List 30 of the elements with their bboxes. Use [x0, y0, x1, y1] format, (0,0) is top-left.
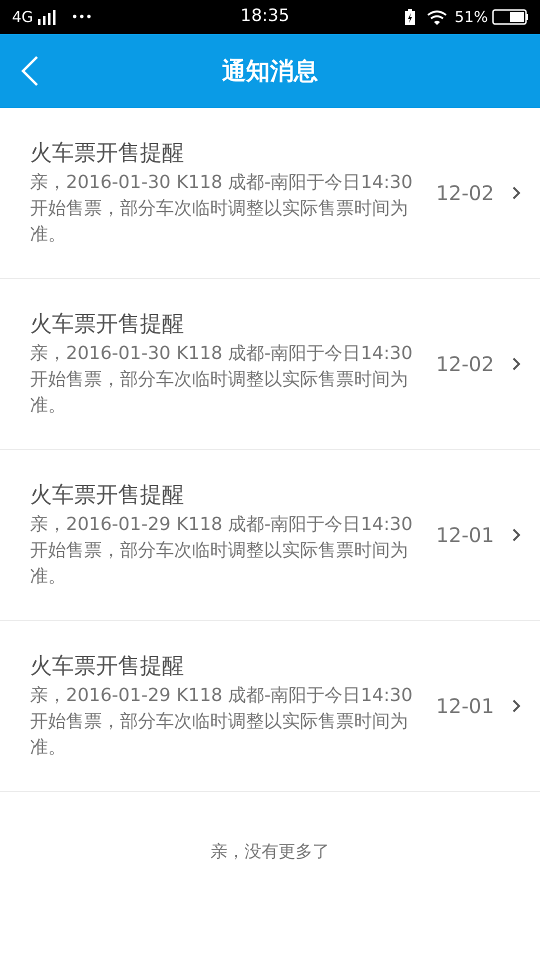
notice-item[interactable]: 火车票开售提醒 亲，2016-01-29 K118 成都-南阳于今日14:30开始售票，部分车次临时调整以实际售票时间为准。 12-01 [0, 450, 540, 621]
page-title: 通知消息 [222, 56, 318, 87]
notice-date: 12-01 [436, 522, 494, 549]
chevron-right-icon [512, 186, 522, 200]
no-more-message: 亲，没有更多了 [210, 841, 330, 864]
chevron-right-icon [512, 528, 522, 542]
notice-title: 火车票开售提醒 [30, 653, 185, 681]
network-label: 4G [12, 6, 34, 28]
notice-body: 亲，2016-01-30 K118 成都-南阳于今日14:30开始售票，部分车次临时调整以实际售票时间为准。 [30, 342, 414, 418]
notice-date: 12-02 [436, 351, 494, 378]
wifi-icon [426, 10, 447, 24]
notice-item[interactable]: 火车票开售提醒 亲，2016-01-29 K118 成都-南阳于今日14:30开始售票，部分车次临时调整以实际售票时间为准。 12-01 [0, 621, 540, 792]
notice-title: 火车票开售提醒 [30, 482, 185, 510]
notice-date: 12-02 [436, 180, 494, 207]
clock-time: 18:35 [240, 5, 290, 28]
chevron-right-icon [512, 699, 522, 713]
notice-title: 火车票开售提醒 [30, 311, 185, 339]
notice-item[interactable]: 火车票开售提醒 亲，2016-01-30 K118 成都-南阳于今日14:30开始售票，部分车次临时调整以实际售票时间为准。 12-02 [0, 108, 540, 279]
back-icon [20, 55, 40, 87]
notice-body: 亲，2016-01-29 K118 成都-南阳于今日14:30开始售票，部分车次临时调整以实际售票时间为准。 [30, 684, 414, 760]
notice-body: 亲，2016-01-29 K118 成都-南阳于今日14:30开始售票，部分车次临时调整以实际售票时间为准。 [30, 513, 414, 589]
chevron-right-icon [512, 357, 522, 371]
notice-title: 火车票开售提醒 [30, 140, 185, 168]
battery-percent: 51% [454, 6, 488, 28]
battery-icon [492, 9, 528, 25]
notice-item[interactable]: 火车票开售提醒 亲，2016-01-30 K118 成都-南阳于今日14:30开始售票，部分车次临时调整以实际售票时间为准。 12-02 [0, 279, 540, 450]
charging-icon [404, 9, 415, 25]
notice-body: 亲，2016-01-30 K118 成都-南阳于今日14:30开始售票，部分车次临时调整以实际售票时间为准。 [30, 171, 414, 247]
more-dots: ••• [71, 9, 92, 26]
notice-date: 12-01 [436, 693, 494, 720]
